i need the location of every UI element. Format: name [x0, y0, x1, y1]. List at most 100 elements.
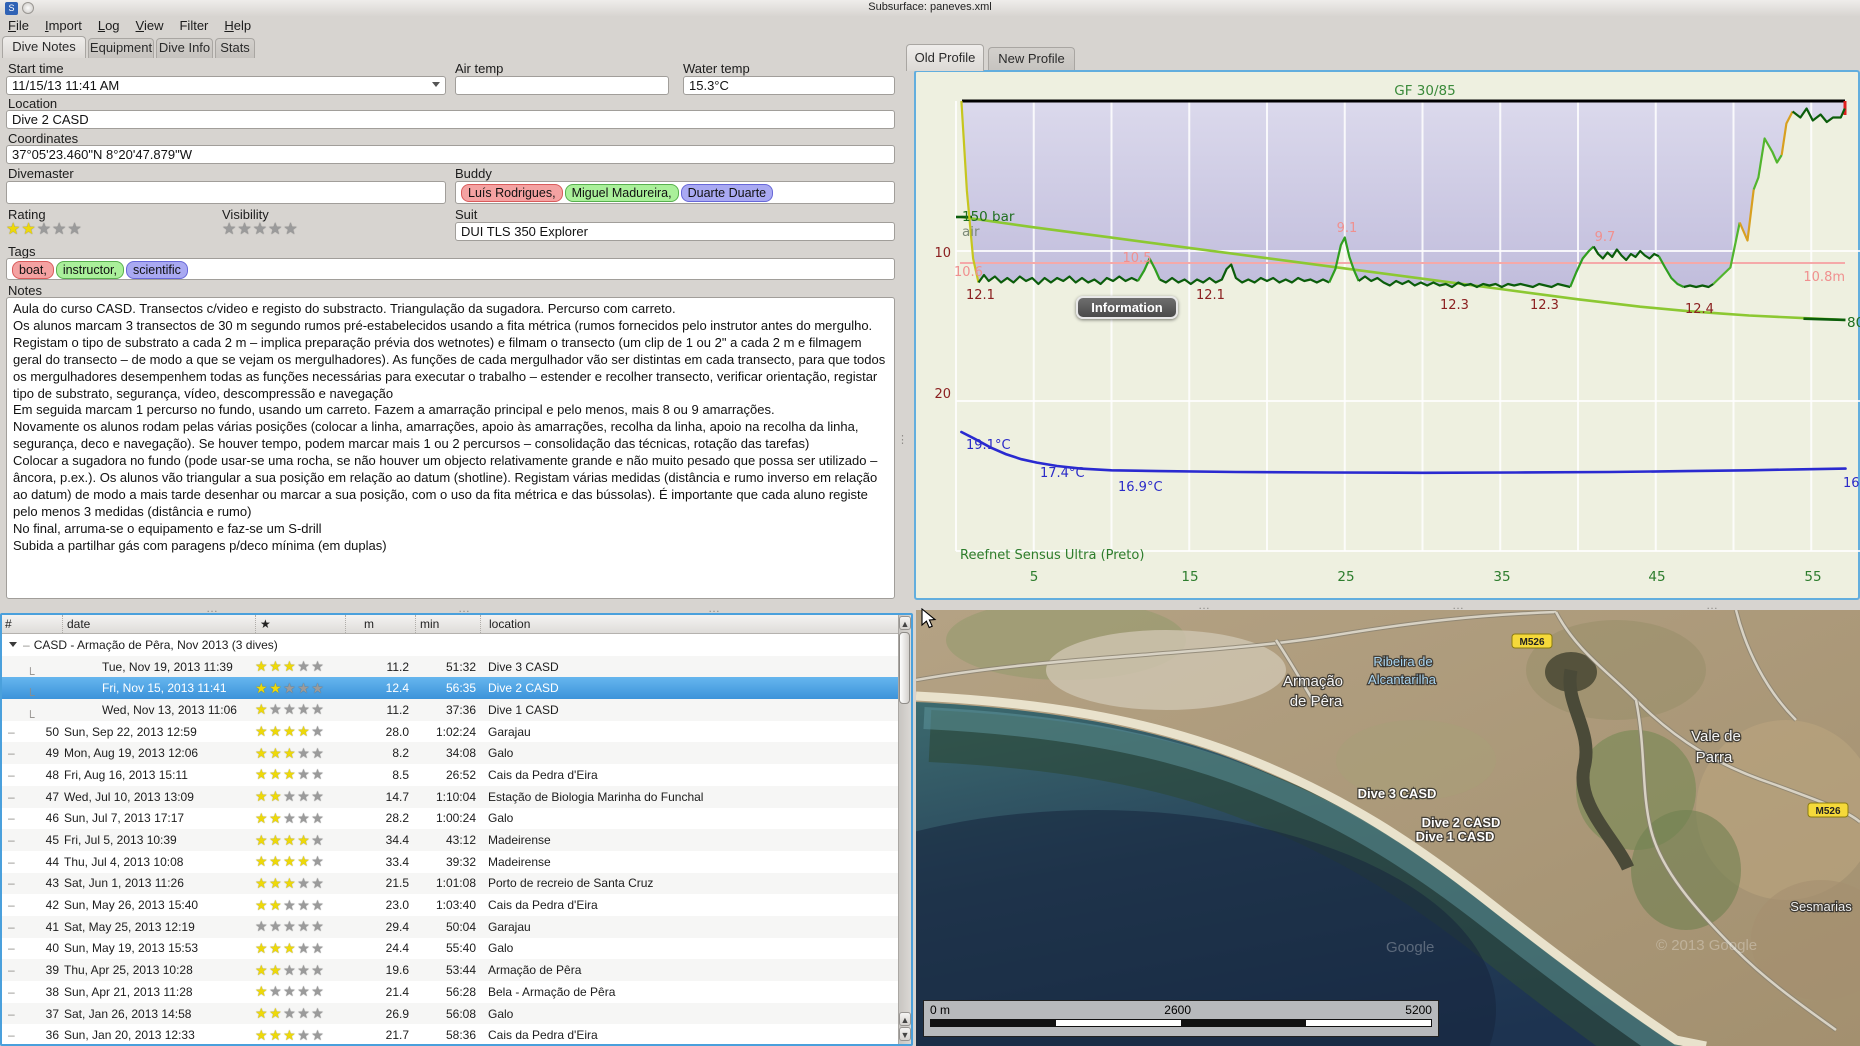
star-icon[interactable]: ★ [311, 875, 325, 891]
dive-row[interactable]: –47 Wed, Jul 10, 2013 13:09 ★★★★★ 14.7 1:10:… [2, 785, 911, 808]
star-icon[interactable]: ★ [255, 723, 269, 739]
star-icon[interactable]: ★ [269, 962, 283, 978]
dive-row[interactable]: –38 Sun, Apr 21, 2013 11:28 ★★★★★ 21.4 56:28… [2, 981, 911, 1003]
star-icon[interactable]: ★ [255, 788, 269, 804]
star-icon[interactable]: ★ [283, 875, 297, 891]
star-icon[interactable]: ★ [269, 658, 283, 674]
column-header-date[interactable]: date [62, 615, 255, 633]
tag-chip[interactable]: boat, [12, 261, 54, 279]
star-icon[interactable]: ★ [253, 221, 268, 238]
star-icon[interactable]: ★ [311, 1027, 325, 1043]
star-icon[interactable]: ★ [269, 983, 283, 999]
coordinates-field[interactable]: 37°05'23.460"N 8°20'47.879"W [6, 145, 895, 164]
dive-row[interactable]: –49 Mon, Aug 19, 2013 12:06 ★★★★★ 8.2 34:08 G… [2, 742, 911, 765]
star-icon[interactable]: ★ [311, 766, 325, 782]
scroll-up-icon[interactable]: ▲ [899, 1012, 911, 1026]
star-icon[interactable]: ★ [297, 1027, 311, 1043]
star-icon[interactable]: ★ [311, 832, 325, 848]
star-icon[interactable]: ★ [297, 918, 311, 934]
dive-row[interactable]: –45 Fri, Jul 5, 2013 10:39 ★★★★★ 34.4 43:12 M… [2, 829, 911, 851]
star-icon[interactable]: ★ [283, 1005, 297, 1021]
star-icon[interactable]: ★ [269, 680, 283, 696]
dive-row[interactable]: –43 Sat, Jun 1, 2013 11:26 ★★★★★ 21.5 1:01:0… [2, 872, 911, 895]
star-icon[interactable]: ★ [222, 221, 237, 238]
star-icon[interactable]: ★ [283, 983, 297, 999]
dive-site-map[interactable]: Google© 2013 GoogleM526M526M1261Armaçãod… [916, 610, 1860, 1046]
star-icon[interactable]: ★ [297, 723, 311, 739]
star-icon[interactable]: ★ [283, 701, 297, 717]
dive-row[interactable]: –37 Sat, Jan 26, 2013 14:58 ★★★★★ 26.9 56:08… [2, 1002, 911, 1025]
star-icon[interactable]: ★ [311, 853, 325, 869]
star-icon[interactable]: ★ [297, 875, 311, 891]
star-icon[interactable]: ★ [311, 983, 325, 999]
tab-new-profile[interactable]: New Profile [988, 47, 1075, 71]
star-icon[interactable]: ★ [297, 658, 311, 674]
air-temp-field[interactable] [455, 76, 669, 95]
star-icon[interactable]: ★ [297, 853, 311, 869]
menu-import[interactable]: Import [37, 16, 90, 35]
star-icon[interactable]: ★ [311, 745, 325, 761]
start-time-combo[interactable]: 11/15/13 11:41 AM [6, 76, 446, 95]
dive-row[interactable]: –50 Sun, Sep 22, 2013 12:59 ★★★★★ 28.0 1:02:… [2, 721, 911, 743]
column-header-num[interactable]: # [2, 615, 62, 633]
tag-chip[interactable]: instructor, [55, 261, 124, 279]
star-icon[interactable]: ★ [311, 701, 325, 717]
star-icon[interactable]: ★ [297, 788, 311, 804]
dive-row[interactable]: –44 Thu, Jul 4, 2013 10:08 ★★★★★ 33.4 39:32 M… [2, 851, 911, 873]
column-header-min[interactable]: min [415, 615, 480, 633]
star-icon[interactable]: ★ [269, 723, 283, 739]
star-icon[interactable]: ★ [269, 875, 283, 891]
tag-chip[interactable]: Luís Rodrigues, [461, 184, 563, 202]
star-icon[interactable]: ★ [255, 810, 269, 826]
star-icon[interactable]: ★ [283, 832, 297, 848]
star-icon[interactable]: ★ [297, 1005, 311, 1021]
water-temp-field[interactable]: 15.3°C [683, 76, 895, 95]
tag-chip[interactable]: Duarte Duarte [680, 184, 774, 202]
dive-row[interactable]: –40 Sun, May 19, 2013 15:53 ★★★★★ 24.4 55:40… [2, 938, 911, 960]
star-icon[interactable]: ★ [255, 962, 269, 978]
dive-row[interactable]: –36 Sun, Jan 20, 2013 12:33 ★★★★★ 21.7 58:36… [2, 1024, 911, 1044]
star-icon[interactable]: ★ [283, 853, 297, 869]
star-icon[interactable]: ★ [311, 658, 325, 674]
tag-chip[interactable]: Miguel Madureira, [564, 184, 679, 202]
dive-row[interactable]: –41 Sat, May 25, 2013 12:19 ★★★★★ 29.4 50:04… [2, 915, 911, 938]
pane-splitter-handle[interactable]: ⋮ [897, 435, 908, 446]
star-icon[interactable]: ★ [21, 221, 36, 238]
dive-row[interactable]: └ Wed, Nov 13, 2013 11:06 ★★★★★ 11.2 37:36 Di… [2, 699, 911, 724]
star-icon[interactable]: ★ [269, 745, 283, 761]
star-icon[interactable]: ★ [52, 221, 67, 238]
star-icon[interactable]: ★ [283, 745, 297, 761]
star-icon[interactable]: ★ [255, 658, 269, 674]
tab-dive-info[interactable]: Dive Info [156, 38, 213, 58]
star-icon[interactable]: ★ [255, 897, 269, 913]
tab-stats[interactable]: Stats [215, 38, 255, 58]
notes-field[interactable]: Aula do curso CASD. Transectos c/video e… [6, 297, 895, 599]
star-icon[interactable]: ★ [283, 680, 297, 696]
star-icon[interactable]: ★ [297, 810, 311, 826]
star-icon[interactable]: ★ [283, 723, 297, 739]
column-header-m[interactable]: m [345, 615, 415, 633]
star-icon[interactable]: ★ [283, 962, 297, 978]
star-icon[interactable]: ★ [311, 962, 325, 978]
visibility-stars[interactable]: ★★★★★ [222, 219, 299, 239]
star-icon[interactable]: ★ [297, 940, 311, 956]
star-icon[interactable]: ★ [237, 221, 252, 238]
star-icon[interactable]: ★ [37, 221, 52, 238]
menu-help[interactable]: Help [216, 16, 259, 35]
star-icon[interactable]: ★ [297, 983, 311, 999]
star-icon[interactable]: ★ [297, 680, 311, 696]
star-icon[interactable]: ★ [255, 853, 269, 869]
star-icon[interactable]: ★ [311, 810, 325, 826]
dive-row[interactable]: –48 Fri, Aug 16, 2013 15:11 ★★★★★ 8.5 26:52 C… [2, 764, 911, 786]
scrollbar-thumb[interactable] [899, 632, 910, 704]
star-icon[interactable]: ★ [269, 897, 283, 913]
star-icon[interactable]: ★ [255, 983, 269, 999]
dive-row[interactable]: –46 Sun, Jul 7, 2013 17:17 ★★★★★ 28.2 1:00:2… [2, 808, 911, 830]
star-icon[interactable]: ★ [311, 940, 325, 956]
dive-list-scrollbar[interactable]: ▲ ▲ ▼ [898, 615, 911, 1044]
information-button[interactable]: Information [1076, 296, 1178, 319]
star-icon[interactable]: ★ [255, 1027, 269, 1043]
dive-site-marker-label[interactable]: Dive 2 CASD [1420, 814, 1501, 831]
star-icon[interactable]: ★ [283, 1027, 297, 1043]
dive-row[interactable]: └ Fri, Nov 15, 2013 11:41 ★★★★★ 12.4 56:35 Di… [2, 677, 911, 702]
